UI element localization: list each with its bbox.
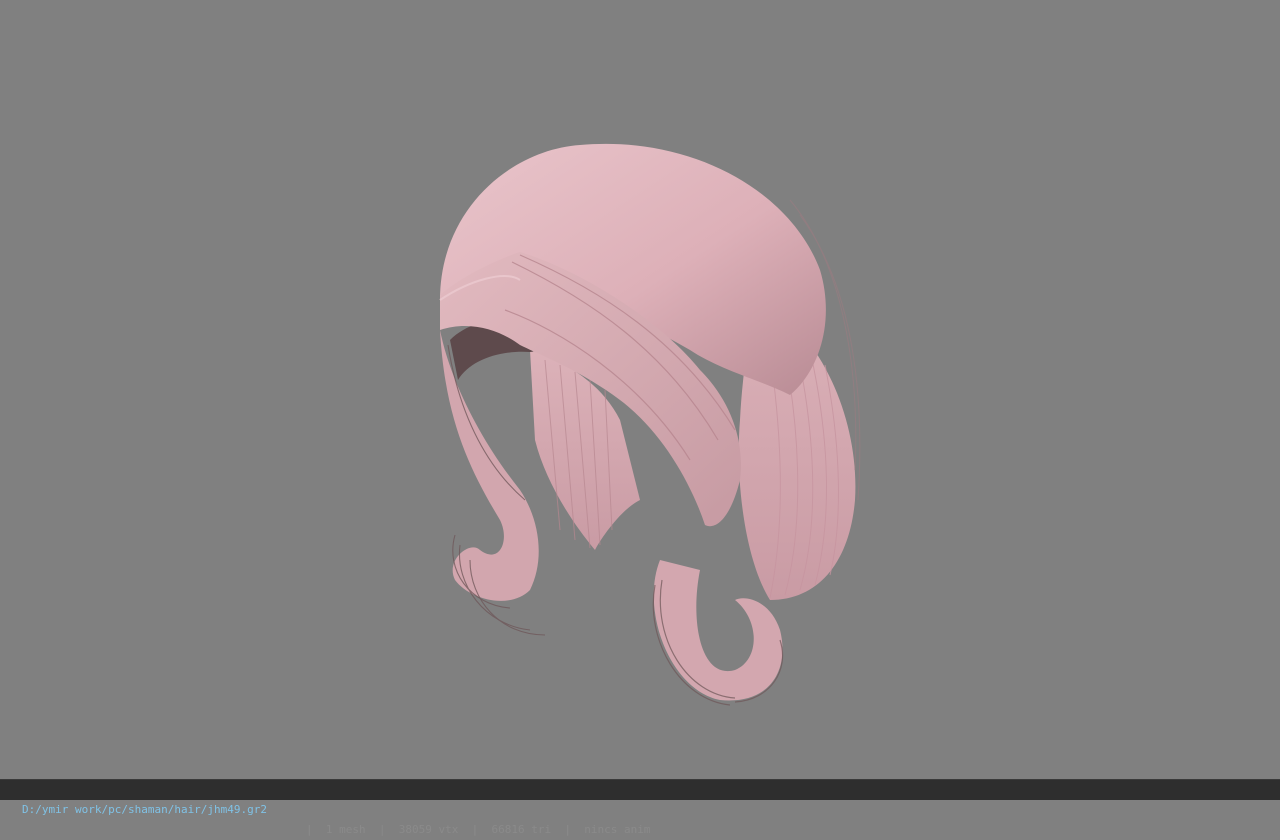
3d-viewport[interactable] bbox=[0, 0, 1280, 779]
hair-left-strand bbox=[440, 330, 539, 601]
separator: | bbox=[471, 823, 479, 836]
separator: | bbox=[378, 823, 386, 836]
mesh-count: 1 mesh bbox=[325, 823, 366, 836]
file-path: D:/ymir work/pc/shaman/hair/jhm49.gr2 bbox=[22, 803, 268, 816]
vertex-count: 38059 vtx bbox=[398, 823, 459, 836]
separator: | bbox=[564, 823, 571, 836]
model-stats: | 1 mesh | 38059 vtx | 66816 tri | nincs… bbox=[306, 820, 650, 840]
hair-model[interactable] bbox=[0, 0, 1280, 779]
status-bar: D:/ymir work/pc/shaman/hair/jhm49.gr2 | … bbox=[0, 779, 1280, 836]
separator: | bbox=[306, 823, 313, 836]
animation-status: nincs anim bbox=[584, 823, 651, 836]
triangle-count: 66816 tri bbox=[491, 823, 552, 836]
